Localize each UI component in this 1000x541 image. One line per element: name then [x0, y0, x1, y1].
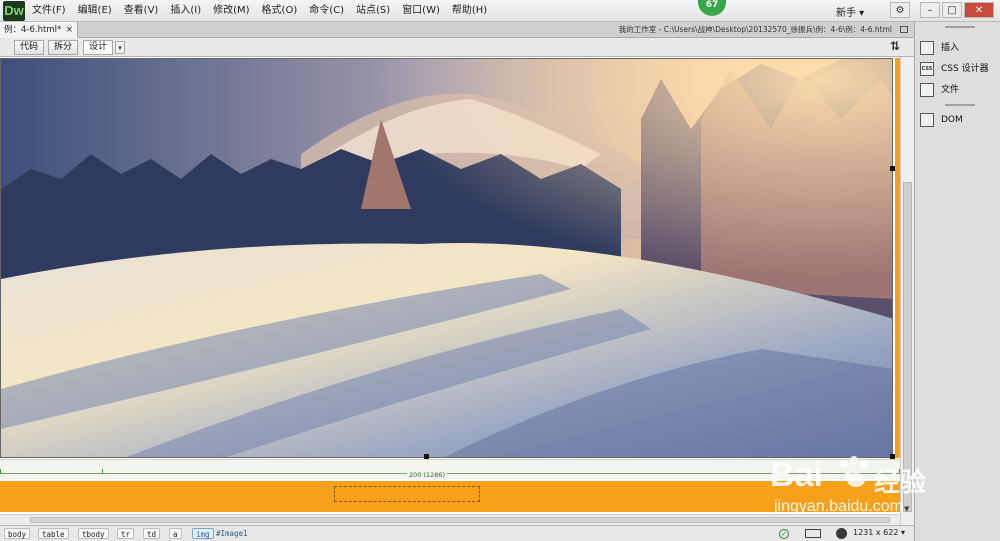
- document-toolbar: 代码 拆分 设计 ▾ ⇅: [0, 38, 914, 57]
- ruler-tick-right: [899, 469, 900, 474]
- window-size[interactable]: 1231 x 622 ▾: [853, 528, 905, 537]
- menu-modify[interactable]: 修改(M): [213, 0, 249, 22]
- empty-element-placeholder[interactable]: [334, 486, 480, 502]
- panel-item-insert[interactable]: 插入: [920, 38, 1000, 58]
- tag-selector-a[interactable]: a: [169, 528, 182, 539]
- vertical-scrollbar[interactable]: ▼: [900, 57, 914, 525]
- globe-icon[interactable]: [836, 528, 847, 539]
- view-mode-dropdown[interactable]: ▾: [115, 41, 125, 54]
- menu-bar: Dw 文件(F) 编辑(E) 查看(V) 插入(I) 修改(M) 格式(O) 命…: [0, 0, 1000, 22]
- code-view-button[interactable]: 代码: [14, 40, 45, 55]
- css-icon: CSS: [920, 62, 934, 76]
- workspace-switcher[interactable]: 新手 ▾: [836, 4, 864, 19]
- element-id: #Image1: [216, 529, 248, 538]
- tag-selector-body[interactable]: body: [4, 528, 31, 539]
- menu-edit[interactable]: 编辑(E): [78, 0, 112, 22]
- vertical-scroll-thumb[interactable]: [903, 182, 912, 512]
- menu-view[interactable]: 查看(V): [124, 0, 159, 22]
- right-panel: 插入 CSS CSS 设计器 文件 DOM: [914, 22, 1000, 541]
- update-badge[interactable]: 67: [698, 0, 726, 16]
- table-width-ruler: 200 (1286): [0, 459, 900, 479]
- tag-selector-table[interactable]: table: [38, 528, 69, 539]
- insert-icon: [920, 41, 934, 55]
- document-tab-bar: 例：4-6.html* × 我的工作室 - C:\Users\战神\Deskto…: [0, 22, 914, 38]
- menu-site[interactable]: 站点(S): [356, 0, 390, 22]
- ruler-tick-mid: [102, 469, 103, 474]
- horizontal-scrollbar[interactable]: [0, 514, 900, 525]
- status-bar: body table tbody tr td a img #Image1 ✓ 1…: [0, 525, 914, 541]
- panel-toggle-button[interactable]: ⚙: [890, 2, 910, 18]
- design-view-button[interactable]: 设计: [83, 40, 114, 55]
- close-button[interactable]: ✕: [964, 2, 994, 18]
- document-tab-label: 例：4-6.html*: [4, 25, 62, 35]
- dreamweaver-window: Dw 文件(F) 编辑(E) 查看(V) 插入(I) 修改(M) 格式(O) 命…: [0, 0, 1000, 541]
- ruler-line: [0, 473, 900, 474]
- panel-item-css-designer[interactable]: CSS CSS 设计器: [920, 59, 1000, 79]
- panel-item-dom[interactable]: DOM: [920, 110, 1000, 130]
- menu-commands[interactable]: 命令(C): [309, 0, 344, 22]
- snowy-mountain-image: [1, 59, 892, 457]
- document-tab[interactable]: 例：4-6.html* ×: [0, 22, 78, 38]
- table-cell-highlight[interactable]: [0, 481, 900, 512]
- menu-file[interactable]: 文件(F): [32, 0, 66, 22]
- horizontal-scroll-thumb[interactable]: [30, 517, 890, 523]
- files-icon: [920, 83, 934, 97]
- minimize-button[interactable]: –: [920, 2, 940, 18]
- menu-insert[interactable]: 插入(I): [170, 0, 201, 22]
- ruler-tick-left: [0, 469, 1, 474]
- document-path: 我的工作室 - C:\Users\战神\Desktop\20132570_徐振兵…: [618, 25, 892, 34]
- panel-grip-2[interactable]: [945, 104, 975, 106]
- menu-window[interactable]: 窗口(W): [402, 0, 440, 22]
- tag-selector-img[interactable]: img: [192, 528, 214, 539]
- menu-help[interactable]: 帮助(H): [452, 0, 487, 22]
- dreamweaver-logo: Dw: [3, 1, 25, 21]
- close-tab-icon[interactable]: ×: [66, 22, 73, 38]
- scroll-down-icon[interactable]: ▼: [904, 505, 909, 513]
- design-view[interactable]: ▼ 200 (1286): [0, 57, 914, 525]
- panel-grip[interactable]: [945, 26, 975, 28]
- dom-icon: [920, 113, 934, 127]
- check-icon: ✓: [779, 529, 789, 539]
- tag-selector-tr[interactable]: tr: [117, 528, 135, 539]
- maximize-button[interactable]: □: [942, 2, 962, 18]
- restore-doc-icon[interactable]: [900, 26, 908, 33]
- tag-selector-td[interactable]: td: [143, 528, 161, 539]
- ruler-width-label: 200 (1286): [407, 471, 448, 479]
- selected-image[interactable]: [0, 58, 893, 458]
- monitor-icon[interactable]: [805, 529, 821, 538]
- panel-item-files[interactable]: 文件: [920, 80, 1000, 100]
- menu-format[interactable]: 格式(O): [262, 0, 298, 22]
- tag-selector-tbody[interactable]: tbody: [78, 528, 109, 539]
- sort-icon[interactable]: ⇅: [890, 39, 900, 53]
- main-menu: 文件(F) 编辑(E) 查看(V) 插入(I) 修改(M) 格式(O) 命令(C…: [32, 0, 499, 22]
- split-view-button[interactable]: 拆分: [48, 40, 79, 55]
